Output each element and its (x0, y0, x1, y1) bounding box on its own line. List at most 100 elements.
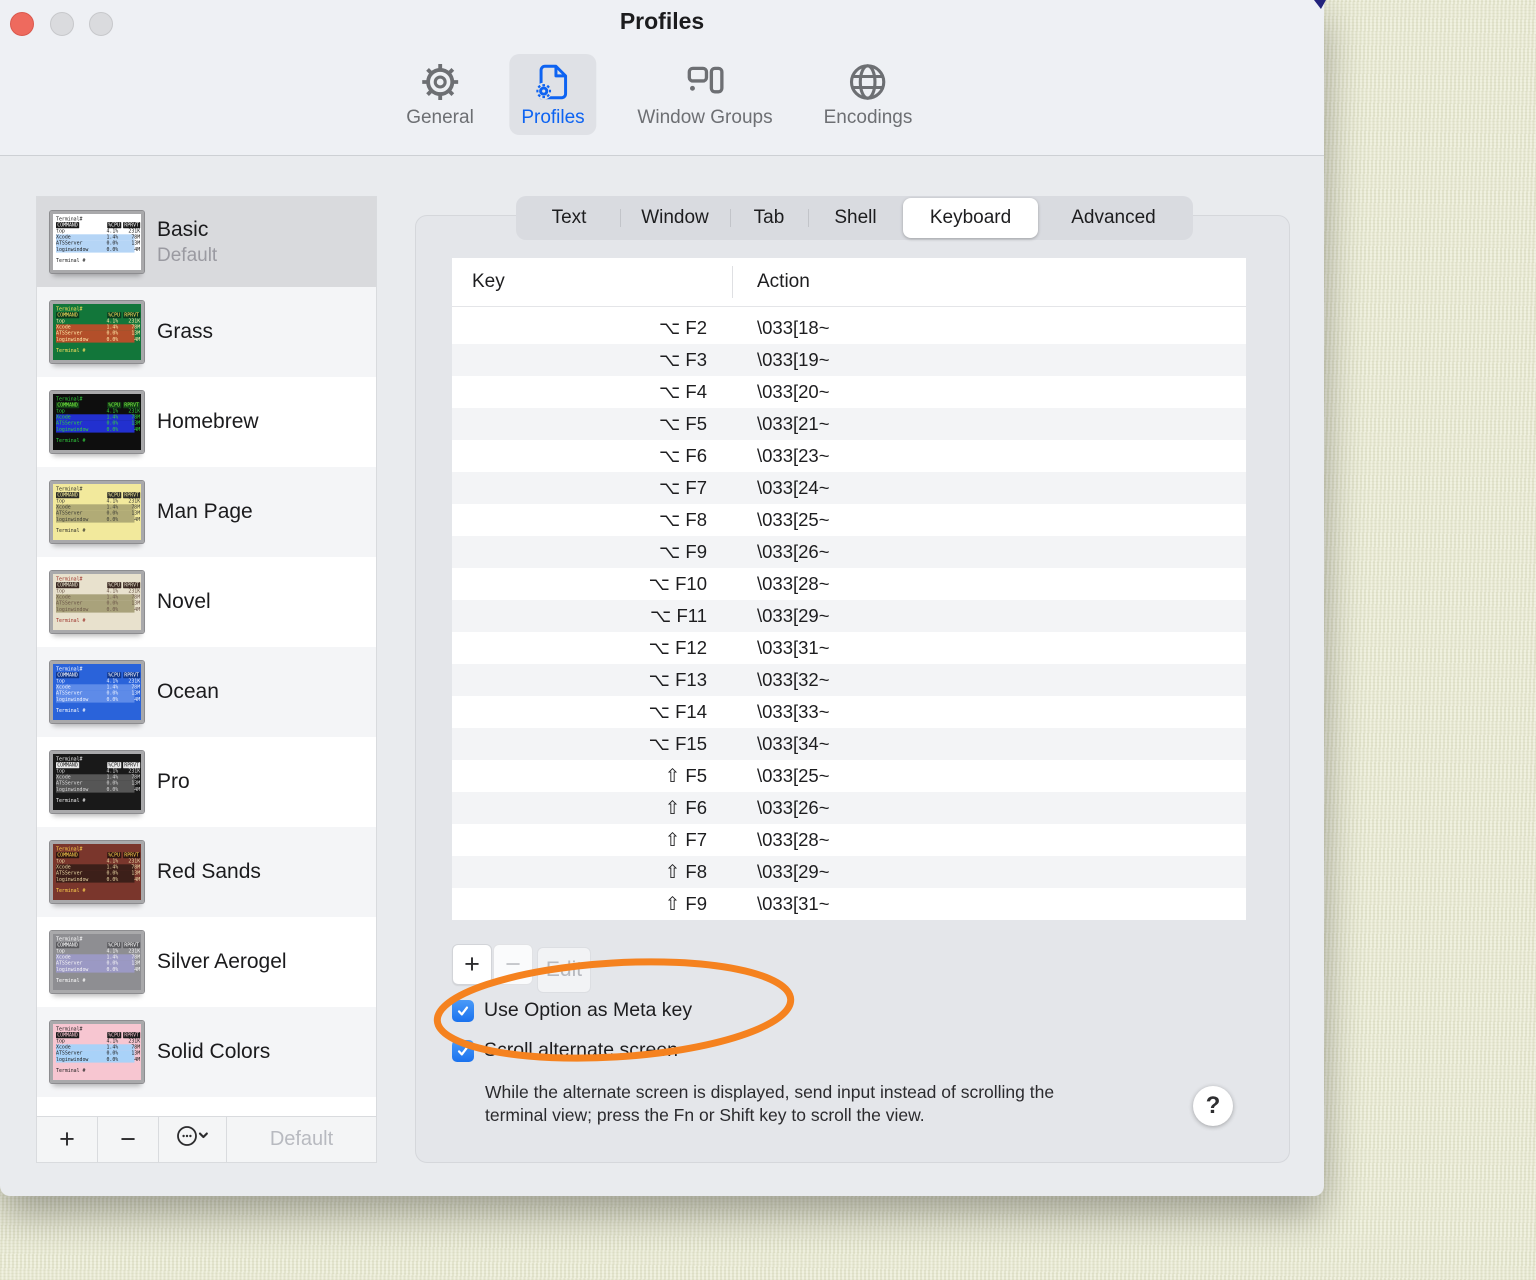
profile-name: Man Page (157, 500, 253, 523)
profile-name: Silver Aerogel (157, 950, 287, 973)
profile-item-solid-colors[interactable]: Terminal# COMMAND %CPU RPRVT top 4.1% 231K Xcod… (37, 1007, 376, 1097)
keymap-action: \033[32~ (757, 669, 830, 690)
keymap-action: \033[21~ (757, 413, 830, 434)
remove-profile-button[interactable]: − (98, 1117, 159, 1162)
keymap-action: \033[25~ (757, 765, 830, 786)
toolbar-item-label: General (406, 107, 474, 128)
profile-item-red-sands[interactable]: Terminal# COMMAND %CPU RPRVT top 4.1% 231K Xcod… (37, 827, 376, 917)
keymap-action: \033[19~ (757, 349, 830, 370)
keymap-row[interactable]: ⌥ F8 \033[25~ (452, 504, 1246, 536)
keymap-row[interactable]: ⌥ F12 \033[31~ (452, 632, 1246, 664)
keymap-key: ⌥ F3 (658, 349, 707, 370)
note-line: While the alternate screen is displayed,… (485, 1082, 1055, 1102)
keymap-row[interactable]: ⇧ F7 \033[28~ (452, 824, 1246, 856)
keymap-row[interactable]: ⌥ F2 \033[18~ (452, 312, 1246, 344)
tab-text[interactable]: Text (518, 198, 620, 238)
keymap-key: ⌥ F12 (648, 637, 707, 658)
gear-icon (418, 58, 462, 106)
tab-shell[interactable]: Shell (808, 198, 903, 238)
profile-thumbnail: Terminal# COMMAND %CPU RPRVT top 4.1% 231K Xcod… (49, 930, 145, 994)
profile-thumbnail: Terminal# COMMAND %CPU RPRVT top 4.1% 231K Xcod… (49, 390, 145, 454)
profile-item-silver-aerogel[interactable]: Terminal# COMMAND %CPU RPRVT top 4.1% 231K Xcod… (37, 917, 376, 1007)
toolbar-item-label: Window Groups (637, 107, 773, 128)
keymap-row[interactable]: ⌥ F4 \033[20~ (452, 376, 1246, 408)
edit-key-mapping-button[interactable]: Edit (537, 947, 591, 993)
help-button[interactable]: ? (1193, 1086, 1233, 1126)
set-default-button[interactable]: Default (227, 1117, 376, 1162)
keymap-row[interactable]: ⌥ F13 \033[32~ (452, 664, 1246, 696)
toolbar-item-label: Encodings (823, 107, 913, 128)
profile-thumbnail: Terminal# COMMAND %CPU RPRVT top 4.1% 231K Xcod… (49, 480, 145, 544)
profile-item-man-page[interactable]: Terminal# COMMAND %CPU RPRVT top 4.1% 231K Xcod… (37, 467, 376, 557)
profile-item-homebrew[interactable]: Terminal# COMMAND %CPU RPRVT top 4.1% 231K Xcod… (37, 377, 376, 467)
keymap-row[interactable]: ⌥ F5 \033[21~ (452, 408, 1246, 440)
keymap-action: \033[26~ (757, 541, 830, 562)
scroll-alternate-screen-checkbox[interactable]: Scroll alternate screen (452, 1039, 678, 1062)
profile-name: Basic (157, 217, 209, 241)
keymap-row[interactable]: ⌥ F6 \033[23~ (452, 440, 1246, 472)
preferences-window: Profiles General Profiles Window Groups Enc… (0, 0, 1324, 1196)
keymap-row[interactable]: ⌥ F9 \033[26~ (452, 536, 1246, 568)
profile-thumbnail: Terminal# COMMAND %CPU RPRVT top 4.1% 231K Xcod… (49, 660, 145, 724)
keymap-key: ⌥ F15 (648, 733, 707, 754)
note-line: terminal view; press the Fn or Shift key… (485, 1104, 925, 1125)
profile-name: Solid Colors (157, 1040, 271, 1063)
keymap-row[interactable]: ⌥ F15 \033[34~ (452, 728, 1246, 760)
keymap-key: ⌥ F4 (658, 381, 707, 402)
window-groups-icon (684, 58, 726, 106)
toolbar-item-profiles[interactable]: Profiles (509, 54, 597, 135)
tab-window[interactable]: Window (620, 198, 730, 238)
toolbar-item-window-groups[interactable]: Window Groups (625, 54, 784, 135)
tab-tab[interactable]: Tab (730, 198, 808, 238)
column-header-action[interactable]: Action (757, 271, 810, 293)
sidebar-footer: + − Default (37, 1116, 376, 1162)
more-options-button[interactable] (159, 1117, 227, 1162)
tab-advanced[interactable]: Advanced (1038, 198, 1189, 238)
keymap-row[interactable]: ⌥ F14 \033[33~ (452, 696, 1246, 728)
profile-item-pro[interactable]: Terminal# COMMAND %CPU RPRVT top 4.1% 231K Xcod… (37, 737, 376, 827)
profiles-sidebar: Terminal# COMMAND %CPU RPRVT top 4.1% 231K Xcod… (36, 196, 377, 1163)
profile-item-ocean[interactable]: Terminal# COMMAND %CPU RPRVT top 4.1% 231K Xcod… (37, 647, 376, 737)
keymap-row[interactable]: ⇧ F8 \033[29~ (452, 856, 1246, 888)
keymap-row[interactable]: ⇧ F9 \033[31~ (452, 888, 1246, 920)
keymap-row[interactable]: ⌥ F7 \033[24~ (452, 472, 1246, 504)
keymap-action: \033[18~ (757, 317, 830, 338)
keymap-row[interactable]: ⌥ F3 \033[19~ (452, 344, 1246, 376)
remove-key-mapping-button[interactable]: − (493, 944, 533, 985)
profile-name: Ocean (157, 680, 219, 703)
profile-thumbnail: Terminal# COMMAND %CPU RPRVT top 4.1% 231K Xcod… (49, 570, 145, 634)
more-circle-icon (175, 1124, 211, 1155)
keymap-key: ⌥ F14 (648, 701, 707, 722)
keymap-row[interactable]: ⌥ F11 \033[29~ (452, 600, 1246, 632)
toolbar-item-general[interactable]: General (394, 54, 486, 135)
window-title: Profiles (619, 8, 705, 34)
keymap-key: ⌥ F2 (658, 317, 707, 338)
profile-thumbnail: Terminal# COMMAND %CPU RPRVT top 4.1% 231K Xcod… (49, 1020, 145, 1084)
column-header-key[interactable]: Key (472, 271, 505, 293)
table-header: Key Action (452, 258, 1246, 307)
keymap-action: \033[20~ (757, 381, 830, 402)
alternate-screen-note: While the alternate screen is displayed,… (485, 1081, 1054, 1127)
keymap-row[interactable]: ⌥ F10 \033[28~ (452, 568, 1246, 600)
keymap-action: \033[28~ (757, 829, 830, 850)
add-profile-button[interactable]: + (37, 1117, 98, 1162)
add-key-mapping-button[interactable]: + (452, 944, 492, 985)
profile-item-grass[interactable]: Terminal# COMMAND %CPU RPRVT top 4.1% 231K Xcod… (37, 287, 376, 377)
keymap-action: \033[26~ (757, 797, 830, 818)
keymap-action: \033[31~ (757, 637, 830, 658)
profile-item-novel[interactable]: Terminal# COMMAND %CPU RPRVT top 4.1% 231K Xcod… (37, 557, 376, 647)
profile-item-basic[interactable]: Terminal# COMMAND %CPU RPRVT top 4.1% 231K Xcod… (37, 197, 376, 287)
toolbar-item-label: Profiles (521, 107, 585, 128)
profile-document-icon (532, 58, 574, 106)
keymap-action: \033[24~ (757, 477, 830, 498)
checkbox-checked-icon (452, 1039, 474, 1062)
tab-keyboard[interactable]: Keyboard (903, 198, 1038, 238)
key-mappings-table: Key Action ⌥ F2 \033[18~ ⌥ F3 \033[19~ ⌥ F4 \… (452, 258, 1246, 920)
keymap-row[interactable]: ⇧ F6 \033[26~ (452, 792, 1246, 824)
keymap-key: ⇧ F7 (664, 829, 707, 850)
use-option-as-meta-key-checkbox[interactable]: Use Option as Meta key (452, 999, 692, 1022)
globe-icon (846, 58, 890, 106)
profile-list: Terminal# COMMAND %CPU RPRVT top 4.1% 231K Xcod… (37, 197, 376, 1117)
toolbar-item-encodings[interactable]: Encodings (812, 54, 925, 135)
keymap-row[interactable]: ⇧ F5 \033[25~ (452, 760, 1246, 792)
